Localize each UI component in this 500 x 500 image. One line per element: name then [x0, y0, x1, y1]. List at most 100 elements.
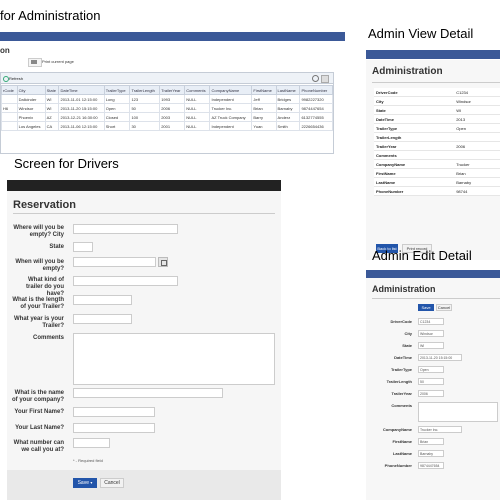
table-cell: 9982227320 [299, 94, 333, 104]
view-table: DriverCode C1234 City Windsor State WI DateTim… [374, 88, 500, 196]
table-cell [1, 94, 18, 104]
state-input[interactable] [73, 242, 93, 252]
search-icon[interactable] [312, 75, 319, 82]
drivers-header-bar [7, 180, 281, 191]
company-input[interactable] [73, 388, 223, 398]
edit-field-input[interactable]: Brian [418, 438, 444, 445]
table-row[interactable]: Los Angeles CA 2013-11-06 12:15:00 Short 30 2… [1, 121, 333, 131]
last-name-input[interactable] [73, 423, 155, 433]
trailer-year-input[interactable] [73, 314, 132, 324]
column-header[interactable]: PhoneNumber [299, 85, 333, 95]
view-header-bar [366, 50, 500, 59]
grid-options-button[interactable] [321, 75, 329, 83]
column-header[interactable]: CompanyName [209, 85, 253, 95]
edit-field-label: CompanyName [382, 427, 412, 432]
table-cell: Independent [209, 121, 253, 131]
drivers-heading: Screen for Drivers [14, 156, 119, 171]
edit-field-input[interactable]: Windsor [418, 330, 444, 337]
edit-field-label: TrailerLength [386, 379, 412, 384]
table-cell: NULL [184, 121, 211, 131]
label-kind: What kind of trailer do you have? [25, 277, 64, 297]
edit-field-label: TrailerType [390, 367, 412, 372]
column-header[interactable]: Comments [184, 85, 211, 95]
trailer-kind-input[interactable] [73, 276, 178, 286]
save-label: Save [77, 480, 89, 486]
detail-field-label: TrailerLength [374, 132, 455, 142]
admin-table: rCode City State DateTime TrailerType Trailer… [1, 85, 333, 131]
table-cell: NULL [184, 103, 211, 113]
save-button[interactable]: Save ▾ [73, 478, 97, 488]
edit-save-button[interactable]: Save [418, 304, 434, 311]
column-header[interactable]: TrailerYear [159, 85, 186, 95]
table-cell: Dallcinder [16, 94, 46, 104]
comments-textarea[interactable] [73, 333, 275, 385]
edit-field-label: LastName [392, 451, 412, 456]
edit-field-label: City [404, 331, 412, 336]
detail-row: Comments [374, 150, 500, 160]
table-cell: 2006 [159, 103, 186, 113]
column-header[interactable]: FirstName [251, 85, 277, 95]
edit-field-input[interactable]: 2013-11-20 15:15:00 [418, 354, 462, 361]
edit-field-input[interactable]: Open [418, 366, 444, 373]
view-section-title: Administration [372, 66, 443, 77]
edit-field-input[interactable]: Trucker Inc. [418, 426, 462, 433]
table-row[interactable]: H6 Windsor WI 2013-11-20 15:15:00 Open 50 2006… [1, 103, 333, 113]
print-label: Print current page [42, 59, 74, 64]
detail-field-label: TrailerType [374, 123, 455, 133]
label-phone: What number can we call you at? [13, 440, 64, 453]
first-name-input[interactable] [73, 407, 155, 417]
when-input[interactable] [73, 257, 156, 267]
table-row[interactable]: Dallcinder WI 2013-11-01 12:15:00 Long 123 19… [1, 94, 333, 104]
edit-field-input[interactable]: WI [418, 342, 444, 349]
admin-header-bar [0, 32, 345, 41]
edit-field-input[interactable]: 2006 [418, 390, 444, 397]
edit-field-input[interactable]: Barnaby [418, 450, 444, 457]
edit-heading: Admin Edit Detail [372, 248, 472, 263]
edit-field-input[interactable]: 9874447654 [418, 462, 444, 469]
detail-field-label: TrailerYear [374, 141, 455, 151]
cancel-button[interactable]: Cancel [100, 478, 124, 488]
refresh-label[interactable]: Refresh [9, 76, 23, 81]
column-header[interactable]: State [44, 85, 60, 95]
label-last: Your Last Name? [15, 425, 64, 431]
table-row[interactable]: Phoenix AZ 2013-12-21 16:30:00 Closed 100 200… [1, 112, 333, 122]
table-cell: 2013-11-01 12:15:00 [58, 94, 105, 104]
table-cell: Windsor [16, 103, 46, 113]
edit-field-input[interactable]: C1234 [418, 318, 444, 325]
edit-field-label: State [402, 343, 412, 348]
column-header[interactable]: TrailerLength [129, 85, 161, 95]
detail-field-label: FirstName [374, 168, 455, 178]
column-header[interactable]: DateTime [58, 85, 105, 95]
detail-row: CompanyName Trucker [374, 159, 500, 169]
table-cell: Smith [275, 121, 301, 131]
edit-divider [372, 298, 500, 299]
column-header[interactable]: City [16, 85, 46, 95]
phone-input[interactable] [73, 438, 110, 448]
chevron-down-icon: ▾ [90, 480, 93, 485]
view-heading: Admin View Detail [368, 26, 474, 41]
table-cell [1, 121, 18, 131]
edit-cancel-button[interactable]: Cancel [436, 304, 452, 311]
edit-field-input[interactable] [418, 402, 498, 422]
trailer-length-input[interactable] [73, 295, 132, 305]
city-input[interactable] [73, 224, 178, 234]
edit-cancel-label: Cancel [437, 305, 451, 310]
detail-row: LastName Barnaby [374, 177, 500, 187]
table-cell: 9874447654 [299, 103, 333, 113]
column-header[interactable]: rCode [1, 85, 18, 95]
label-city: Where will you be empty? City [13, 225, 64, 238]
date-picker-button[interactable] [158, 257, 168, 267]
column-header[interactable]: LastName [275, 85, 301, 95]
table-cell: 30 [129, 121, 161, 131]
edit-field-input[interactable]: 50 [418, 378, 444, 385]
table-cell: Barnaby [275, 103, 301, 113]
view-panel: Administration DriverCode C1234 City Windso… [366, 60, 500, 260]
column-header[interactable]: TrailerType [103, 85, 131, 95]
table-cell: Yuan [251, 121, 277, 131]
detail-field-value [454, 150, 500, 160]
table-cell: AZ [44, 112, 60, 122]
reservation-footer [7, 470, 281, 500]
print-button[interactable] [28, 58, 42, 67]
detail-field-value [454, 132, 500, 142]
edit-field-label: DateTime [394, 355, 412, 360]
